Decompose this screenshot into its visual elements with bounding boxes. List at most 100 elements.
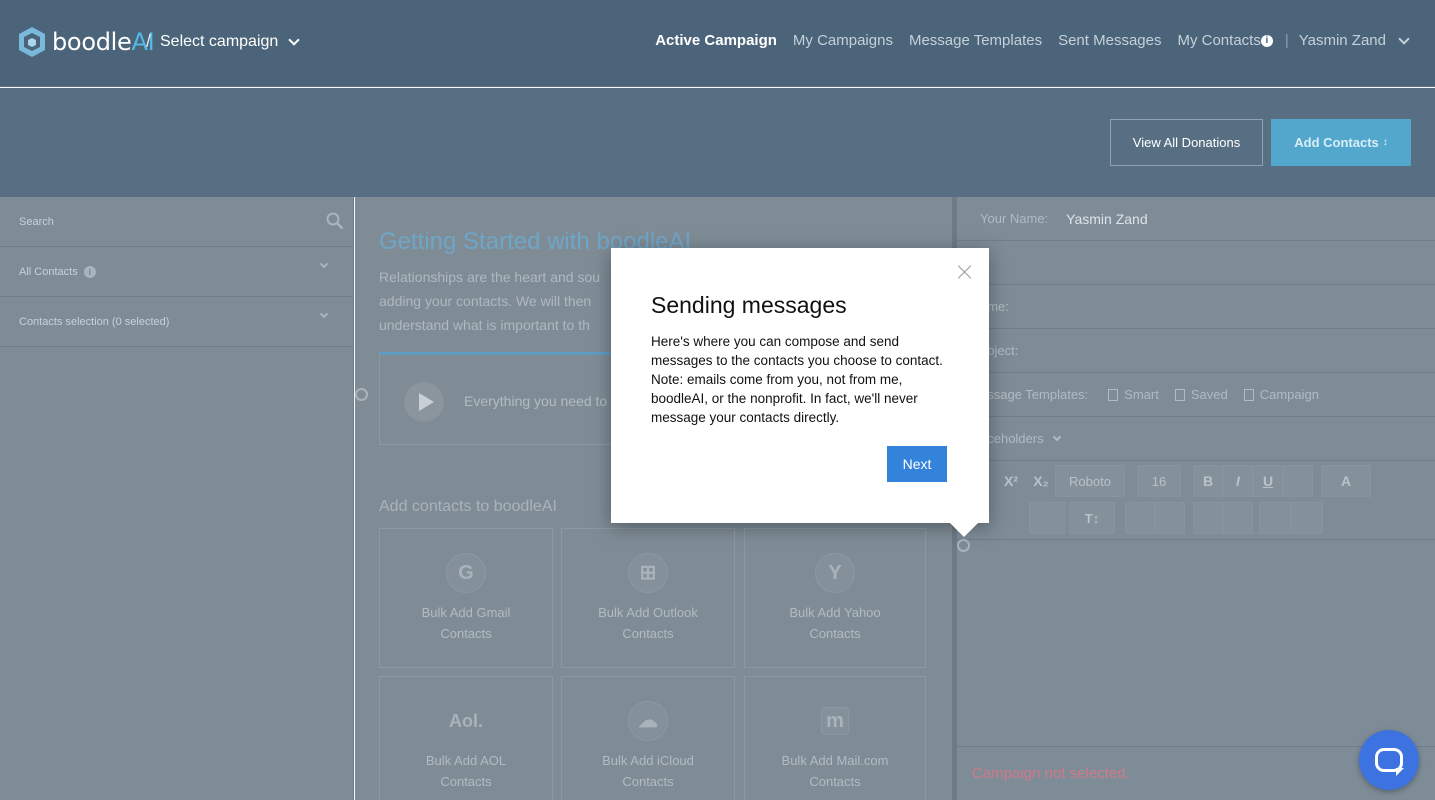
breadcrumb-separator: /: [146, 31, 152, 51]
emoji-icon[interactable]: [1223, 502, 1253, 534]
tile-label: Bulk Add AOL: [425, 753, 507, 768]
next-button[interactable]: Next: [887, 446, 947, 482]
tile-label: Bulk Add Outlook: [598, 605, 698, 620]
search-icon[interactable]: [326, 212, 344, 230]
tour-popover: Sending messages Here's where you can co…: [611, 248, 989, 523]
chat-bubble-icon: [1375, 748, 1404, 776]
bulk-add-gmail-tile[interactable]: G Bulk Add Gmail Contacts: [379, 528, 553, 668]
nav-sent-messages[interactable]: Sent Messages: [1058, 32, 1161, 49]
contacts-selection-filter[interactable]: Contacts selection (0 selected): [0, 297, 353, 347]
contacts-sidebar: Search All Contacts i Contacts selection…: [0, 197, 354, 800]
your-name-row: Your Name: Yasmin Zand: [957, 197, 1435, 241]
underline-button[interactable]: U: [1253, 465, 1283, 497]
saved-template-button[interactable]: Saved: [1174, 387, 1228, 402]
campaign-label: Campaign: [1259, 387, 1319, 402]
subscript-button[interactable]: X₂: [1027, 465, 1055, 497]
message-editor[interactable]: [957, 539, 1435, 744]
chevron-down-icon: [1398, 32, 1410, 45]
nav-message-templates[interactable]: Message Templates: [909, 32, 1042, 49]
nav-active-campaign[interactable]: Active Campaign: [655, 32, 777, 49]
popover-arrow: [949, 522, 979, 537]
templates-label: essage Templates:: [980, 387, 1089, 402]
tile-label: Contacts: [622, 626, 674, 641]
tile-label: Contacts: [440, 626, 492, 641]
superscript-button[interactable]: X²: [997, 465, 1025, 497]
user-menu[interactable]: Yasmin Zand: [1298, 32, 1410, 49]
tour-hotspot-icon[interactable]: [355, 388, 368, 401]
boodleai-logo[interactable]: boodleAI: [18, 26, 155, 58]
chevron-down-icon: [1052, 432, 1061, 441]
chat-launcher[interactable]: [1359, 730, 1419, 790]
compose-panel: Your Name: Yasmin Zand : ame: ubject: es…: [957, 197, 1435, 800]
search-row[interactable]: Search: [0, 197, 353, 247]
campaign-select[interactable]: Select campaign: [160, 33, 300, 51]
popover-title: Sending messages: [651, 292, 847, 318]
google-icon: G: [446, 553, 486, 593]
chevron-down-icon: [319, 259, 329, 269]
mailcom-icon: m: [821, 707, 849, 735]
subject-row[interactable]: ubject:: [957, 329, 1435, 373]
bulk-add-icloud-tile[interactable]: ☁ Bulk Add iCloud Contacts: [561, 676, 735, 800]
name-row[interactable]: ame:: [957, 285, 1435, 329]
view-all-donations-button[interactable]: View All Donations: [1110, 119, 1263, 166]
placeholders-dropdown[interactable]: aceholders: [957, 417, 1435, 461]
ordered-list-icon[interactable]: [997, 502, 1023, 534]
yahoo-icon: Y: [815, 553, 855, 593]
tour-hotspot-icon[interactable]: [957, 539, 970, 552]
close-icon[interactable]: [957, 264, 973, 280]
bulk-add-mailcom-tile[interactable]: m Bulk Add Mail.com Contacts: [744, 676, 926, 800]
popover-body: Here's where you can compose and send me…: [651, 334, 943, 425]
editor-toolbar: X² X₂ Roboto 16 B I U A T↕: [957, 461, 1435, 539]
all-contacts-filter[interactable]: All Contacts i: [0, 247, 353, 297]
top-navbar: boodleAI / Select campaign Active Campai…: [0, 0, 1435, 87]
italic-button[interactable]: I: [1223, 465, 1253, 497]
info-icon: i: [83, 265, 96, 278]
add-contacts-label: Add Contacts: [1294, 135, 1379, 150]
user-name: Yasmin Zand: [1298, 32, 1386, 49]
add-contacts-button[interactable]: Add Contacts ↕: [1271, 119, 1411, 166]
clear-format-icon[interactable]: [1283, 465, 1313, 497]
nav-my-campaigns[interactable]: My Campaigns: [793, 32, 893, 49]
font-family-select[interactable]: Roboto: [1055, 465, 1125, 497]
unlink-icon[interactable]: [1155, 502, 1185, 534]
sort-icon: ↕: [1382, 137, 1388, 148]
aol-icon: Aol.: [449, 710, 483, 731]
campaign-template-button[interactable]: Campaign: [1243, 387, 1319, 402]
section-title: Add contacts to boodleAI: [379, 498, 557, 515]
file-icon: [1243, 388, 1254, 401]
your-name-field[interactable]: Yasmin Zand: [1066, 211, 1147, 227]
line-height-button[interactable]: T↕: [1069, 502, 1115, 534]
text-color-button[interactable]: A: [1321, 465, 1371, 497]
bulk-add-aol-tile[interactable]: Aol. Bulk Add AOL Contacts: [379, 676, 553, 800]
align-icon[interactable]: [1029, 502, 1065, 534]
tile-label: Contacts: [622, 774, 674, 789]
placeholders-label: aceholders: [980, 431, 1044, 446]
redo-icon[interactable]: [1291, 502, 1323, 534]
smart-template-button[interactable]: Smart: [1108, 387, 1159, 402]
font-size-select[interactable]: 16: [1137, 465, 1181, 497]
nav-separator: |: [1284, 32, 1289, 49]
image-icon[interactable]: [1193, 502, 1223, 534]
logo-text: boodleAI: [52, 28, 155, 56]
cloud-icon: ☁: [628, 701, 668, 741]
tile-label: Bulk Add Gmail: [421, 605, 511, 620]
robot-icon: [1108, 388, 1119, 401]
tile-label: Bulk Add Yahoo: [789, 605, 881, 620]
nav-my-contacts[interactable]: My Contacts: [1177, 32, 1260, 49]
bold-button[interactable]: B: [1193, 465, 1223, 497]
windows-icon: ⊞: [628, 553, 668, 593]
search-input[interactable]: Search: [19, 216, 54, 228]
contacts-selection-label: Contacts selection (0 selected): [19, 315, 170, 328]
your-name-label: Your Name:: [980, 211, 1049, 226]
bulk-add-outlook-tile[interactable]: ⊞ Bulk Add Outlook Contacts: [561, 528, 735, 668]
play-icon[interactable]: [404, 382, 444, 422]
tile-label: Contacts: [440, 774, 492, 789]
info-icon[interactable]: i: [1260, 34, 1273, 47]
bulk-add-yahoo-tile[interactable]: Y Bulk Add Yahoo Contacts: [744, 528, 926, 668]
link-icon[interactable]: [1125, 502, 1155, 534]
undo-icon[interactable]: [1259, 502, 1291, 534]
file-icon: [1174, 388, 1185, 401]
campaign-select-label: Select campaign: [160, 33, 279, 50]
recipient-row[interactable]: :: [957, 241, 1435, 285]
tile-label: Bulk Add iCloud: [602, 753, 694, 768]
